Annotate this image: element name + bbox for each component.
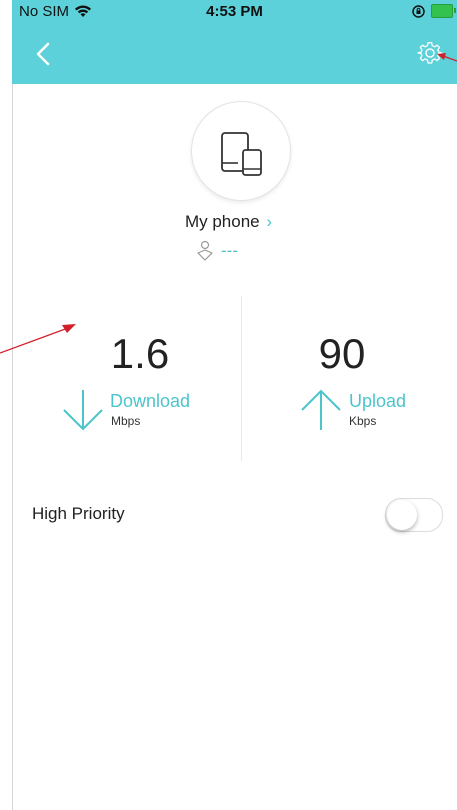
arrow-down-icon: [63, 390, 103, 431]
arrow-up-icon: [301, 389, 341, 430]
ip-address-row: ---: [195, 240, 238, 262]
status-time: 4:53 PM: [206, 3, 263, 20]
upload-unit: Kbps: [349, 414, 377, 428]
location-pin-icon: [197, 240, 213, 261]
battery-icon: [431, 4, 456, 18]
device-name-link[interactable]: My phone ›: [0, 212, 457, 232]
ip-address-value: ---: [221, 241, 238, 260]
chevron-right-icon: ›: [261, 212, 273, 231]
high-priority-label: High Priority: [32, 504, 125, 523]
device-avatar: [191, 101, 291, 201]
upload-label: Upload: [349, 391, 407, 411]
header-bar: No SIM 4:53 PM: [12, 0, 457, 84]
high-priority-toggle[interactable]: [385, 498, 443, 532]
device-name-label: My phone: [184, 212, 260, 231]
back-button[interactable]: [32, 36, 62, 72]
orientation-lock-icon: [412, 4, 425, 18]
screen-left-border: [12, 0, 13, 810]
speed-divider: [241, 296, 242, 461]
toggle-knob: [387, 500, 417, 530]
chevron-left-icon: [36, 42, 50, 66]
download-speed-value: 1.6: [110, 330, 170, 377]
tablet-phone-icon: [221, 132, 262, 176]
status-bar: No SIM 4:53 PM: [12, 0, 457, 24]
download-label: Download: [110, 391, 191, 411]
download-unit: Mbps: [111, 414, 141, 428]
settings-button[interactable]: [417, 40, 443, 66]
status-right: [412, 4, 456, 18]
gear-icon: [417, 42, 443, 64]
upload-speed-value: 90: [318, 330, 366, 377]
